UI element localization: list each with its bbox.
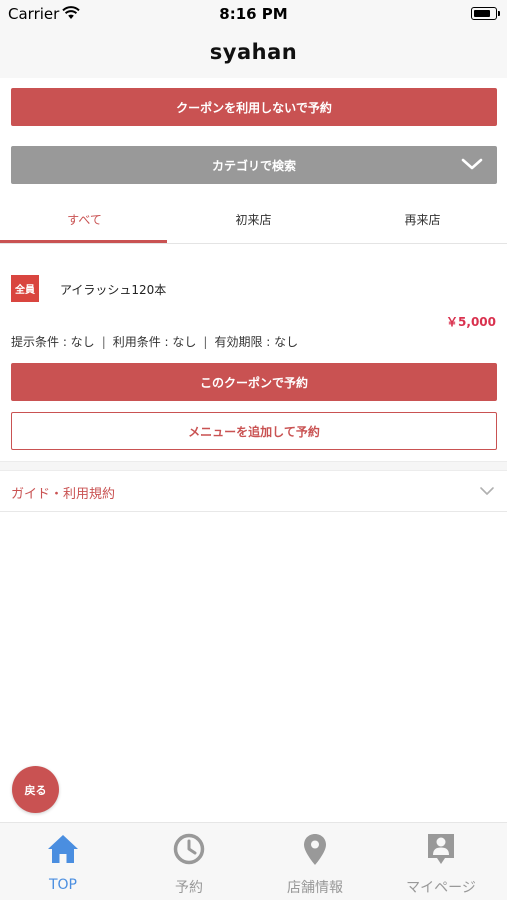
category-search-dropdown[interactable]: カテゴリで検索 — [11, 146, 497, 184]
section-divider — [0, 461, 507, 471]
tab-return-visit-label: 再来店 — [404, 212, 441, 227]
tabbar-label-top: TOP — [48, 877, 77, 893]
tab-first-visit-label: 初来店 — [235, 212, 272, 227]
guide-terms-row[interactable]: ガイド・利用規約 — [0, 472, 507, 512]
battery-icon — [471, 7, 500, 20]
home-icon — [48, 835, 78, 863]
tabbar-item-reservation[interactable]: 予約 — [126, 823, 252, 900]
tabbar-item-store-info[interactable]: 店舗情報 — [252, 823, 378, 900]
battery-level — [473, 9, 490, 17]
condition-separator: | — [203, 335, 208, 349]
add-menu-reserve-button[interactable]: メニューを追加して予約 — [11, 412, 497, 450]
tab-return-visit[interactable]: 再来店 — [338, 196, 507, 242]
tabbar-label-store-info: 店舗情報 — [287, 880, 343, 896]
tab-all[interactable]: すべて — [0, 196, 169, 242]
map-pin-icon — [304, 834, 326, 865]
coupon-conditions: 提示条件 : なし | 利用条件 : なし | 有効期限 : なし — [11, 333, 298, 350]
user-badge-icon — [428, 834, 454, 864]
reserve-with-coupon-label: このクーポンで予約 — [199, 375, 308, 390]
coupon-filter-tabs: すべて 初来店 再来店 — [0, 196, 507, 244]
coupon-target-badge: 全員 — [11, 275, 39, 302]
coupon-target-badge-label: 全員 — [15, 285, 35, 296]
back-button-label: 戻る — [24, 783, 47, 797]
expiry-condition: 有効期限 : なし — [214, 335, 299, 349]
condition-separator: | — [101, 335, 106, 349]
clock-icon — [173, 833, 205, 865]
category-search-label: カテゴリで検索 — [211, 158, 296, 173]
chevron-down-icon — [461, 158, 483, 170]
coupon-name: アイラッシュ120本 — [60, 283, 167, 297]
presentation-condition: 提示条件 : なし — [11, 335, 95, 349]
status-time: 8:16 PM — [219, 5, 288, 23]
coupon-price: ￥5,000 — [446, 315, 496, 329]
tab-all-label: すべて — [67, 212, 102, 227]
bottom-tab-bar: TOP 予約 店舗情報 マイページ — [0, 822, 507, 900]
guide-terms-label: ガイド・利用規約 — [11, 487, 116, 502]
usage-condition: 利用条件 : なし — [112, 335, 197, 349]
tabbar-item-mypage[interactable]: マイページ — [378, 823, 504, 900]
tab-first-visit[interactable]: 初来店 — [169, 196, 338, 242]
tabbar-label-reservation: 予約 — [175, 880, 203, 896]
back-button[interactable]: 戻る — [12, 766, 59, 813]
add-menu-reserve-label: メニューを追加して予約 — [188, 424, 320, 439]
chevron-down-icon — [480, 487, 494, 495]
reserve-without-coupon-button[interactable]: クーポンを利用しないで予約 — [11, 88, 497, 126]
reserve-with-coupon-button[interactable]: このクーポンで予約 — [11, 363, 497, 401]
status-bar: Carrier 8:16 PM — [0, 0, 507, 28]
reserve-without-coupon-label: クーポンを利用しないで予約 — [176, 100, 332, 115]
tabbar-item-top[interactable]: TOP — [0, 823, 126, 900]
navigation-bar: syahan — [0, 28, 507, 78]
active-tab-indicator — [0, 240, 167, 243]
tabbar-label-mypage: マイページ — [406, 880, 476, 896]
app-title: syahan — [209, 40, 298, 64]
